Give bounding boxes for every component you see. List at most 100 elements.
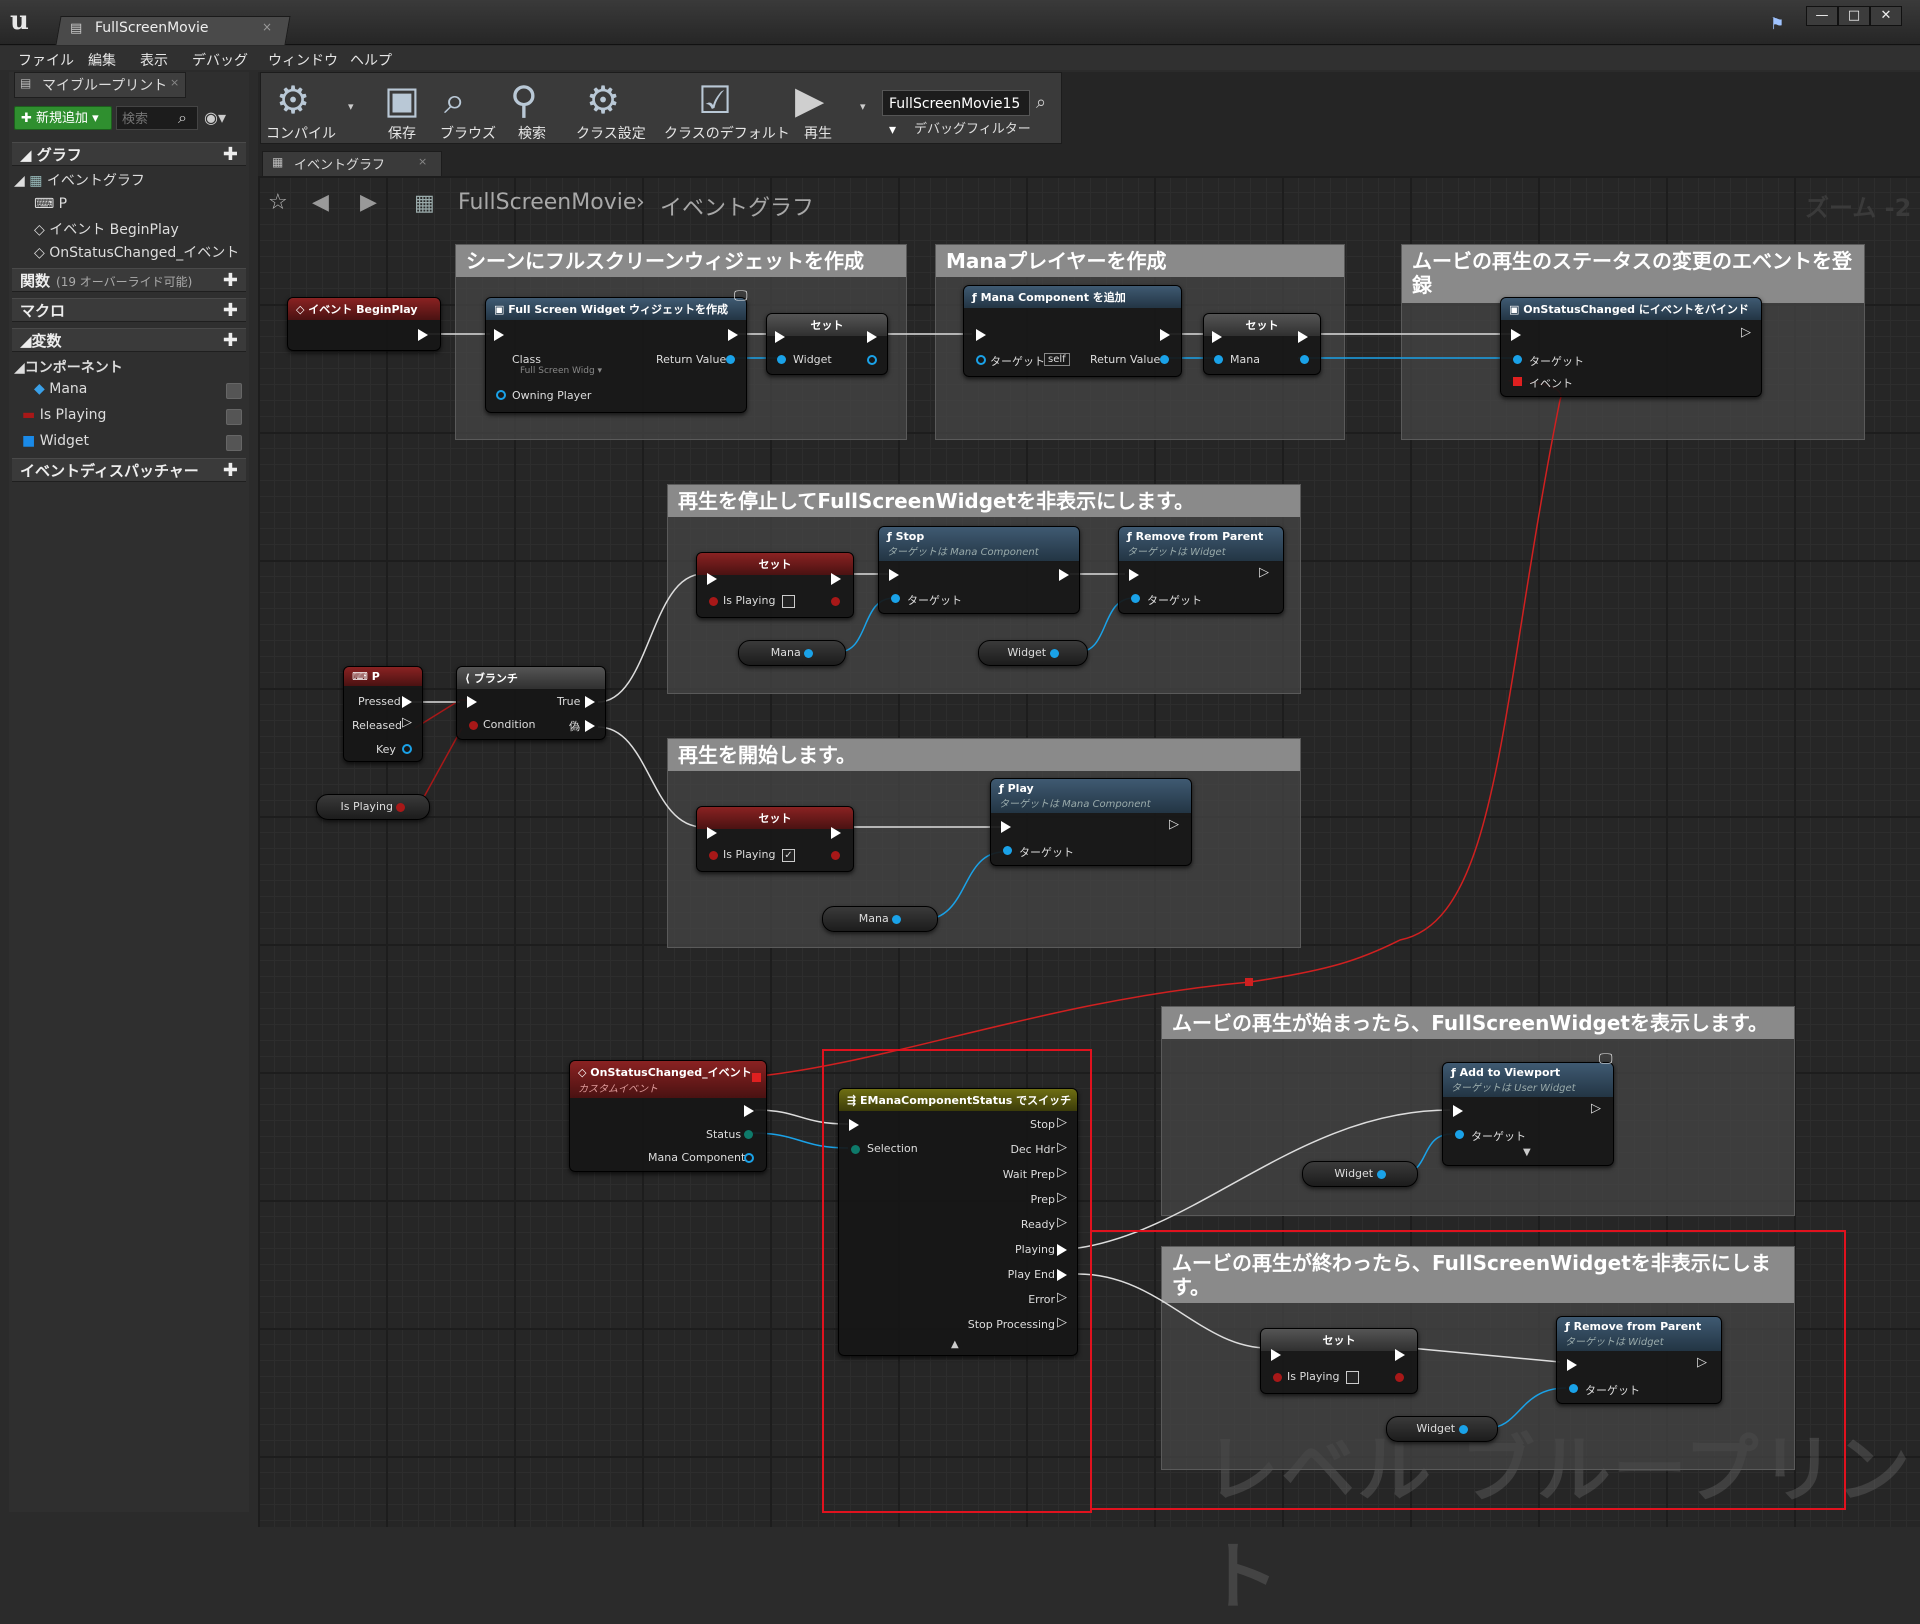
add-macro-icon[interactable]: ✚	[223, 299, 238, 323]
add-graph-icon[interactable]: ✚	[223, 143, 238, 167]
return-value-pin[interactable]	[726, 355, 735, 364]
key-pin[interactable]	[402, 744, 412, 754]
target-pin[interactable]	[1455, 1130, 1464, 1139]
section-graph[interactable]: ◢ グラフ ✚	[12, 142, 246, 166]
mana-out-pin[interactable]	[1300, 355, 1309, 364]
mana-out-pin[interactable]	[804, 648, 814, 658]
is-playing-out-pin[interactable]	[831, 597, 840, 606]
var-is-playing[interactable]: ▬ Is Playing	[22, 407, 106, 423]
source-control-icon[interactable]: ⚑	[1770, 14, 1784, 33]
mana-pin[interactable]	[1214, 355, 1223, 364]
add-function-icon[interactable]: ✚	[223, 269, 238, 293]
play-options-icon[interactable]: ▾	[860, 100, 866, 113]
exec-in-pin[interactable]	[1212, 331, 1222, 343]
node-stop[interactable]: ƒ Stop ターゲットは Mana Component ターゲット	[878, 526, 1080, 614]
close-tab-icon[interactable]: ×	[170, 76, 179, 89]
true-exec-pin[interactable]	[585, 696, 595, 708]
add-new-button[interactable]: ✚ 新規追加 ▾	[14, 106, 112, 130]
get-widget-node[interactable]: Widget	[1302, 1161, 1418, 1187]
widget-out-pin[interactable]	[867, 355, 877, 365]
exec-in-pin[interactable]	[1129, 569, 1139, 581]
node-set-is-playing-true[interactable]: セット Is Playing ✓	[696, 806, 854, 872]
class-settings-button[interactable]: クラス設定	[576, 123, 646, 143]
mana-out-pin[interactable]	[892, 914, 902, 924]
close-window-button[interactable]: ✕	[1870, 6, 1902, 26]
exec-in-pin[interactable]	[976, 329, 986, 341]
node-remove-from-parent[interactable]: ƒ Remove from Parent ターゲットは Widget ▷ ターゲッ…	[1118, 526, 1284, 614]
exec-out-pin[interactable]	[867, 331, 877, 343]
save-icon[interactable]: ▣	[384, 78, 420, 122]
var-mana[interactable]: ◆ Mana	[34, 381, 87, 397]
exec-out-pin[interactable]	[831, 573, 841, 585]
node-set-mana[interactable]: セット Mana	[1203, 313, 1321, 375]
node-bind-on-status-changed[interactable]: ▣ OnStatusChanged にイベントをバインド ▷ ターゲット イベン…	[1500, 297, 1762, 397]
section-macros[interactable]: マクロ ✚	[12, 298, 246, 322]
class-select[interactable]: Full Screen Widg ▾	[520, 366, 602, 376]
is-playing-checkbox[interactable]	[782, 595, 795, 608]
tree-key-p[interactable]: ⌨ P	[34, 196, 67, 212]
is-playing-pin[interactable]	[709, 851, 718, 860]
expand-arrow-icon[interactable]: ▼	[1523, 1147, 1531, 1158]
visibility-toggle[interactable]	[226, 383, 242, 399]
play-button[interactable]: 再生	[804, 123, 832, 143]
is-playing-out-pin[interactable]	[831, 851, 840, 860]
menu-window[interactable]: ウィンドウ	[268, 50, 338, 70]
get-mana-node[interactable]: Mana	[738, 640, 846, 666]
node-event-begin-play[interactable]: ◇ イベント BeginPlay	[287, 297, 441, 351]
add-dispatcher-icon[interactable]: ✚	[223, 459, 238, 483]
exec-out-pin[interactable]	[831, 827, 841, 839]
exec-in-pin[interactable]	[775, 331, 785, 343]
minimize-button[interactable]: —	[1806, 6, 1838, 26]
class-defaults-icon[interactable]: ☑	[698, 78, 732, 122]
section-dispatchers[interactable]: イベントディスパッチャー ✚	[12, 458, 246, 482]
exec-in-pin[interactable]	[889, 569, 899, 581]
exec-out-pin[interactable]	[728, 329, 738, 341]
add-variable-icon[interactable]: ✚	[223, 329, 238, 353]
section-functions[interactable]: 関数 (19 オーバーライド可能) ✚	[12, 268, 246, 292]
get-widget-node[interactable]: Widget	[978, 640, 1088, 666]
target-pin[interactable]	[976, 355, 986, 365]
debug-search-icon[interactable]: ⌕	[1036, 92, 1046, 113]
widget-pin[interactable]	[777, 355, 786, 364]
node-on-status-changed-event[interactable]: ◇ OnStatusChanged_イベント カスタムイベント Status Ma…	[569, 1060, 767, 1172]
compile-button[interactable]: コンパイル	[266, 123, 336, 143]
exec-in-pin[interactable]	[1001, 821, 1011, 833]
menu-help[interactable]: ヘルプ	[350, 50, 392, 70]
find-button[interactable]: 検索	[518, 123, 546, 143]
exec-out-pin[interactable]	[1160, 329, 1170, 341]
exec-out-pin[interactable]: ▷	[1169, 817, 1179, 832]
is-playing-out-pin[interactable]	[396, 802, 406, 812]
node-play[interactable]: ƒ Play ターゲットは Mana Component ▷ ターゲット	[990, 778, 1192, 866]
self-default-value[interactable]: self	[1044, 353, 1070, 366]
node-input-key-p[interactable]: ⌨ P Pressed Released ▷ Key	[343, 666, 423, 762]
favorite-star-icon[interactable]: ☆	[268, 190, 288, 215]
status-pin[interactable]	[744, 1130, 753, 1139]
node-set-is-playing-false[interactable]: セット Is Playing	[696, 552, 854, 618]
var-widget[interactable]: ■ Widget	[22, 433, 89, 449]
save-button[interactable]: 保存	[388, 123, 416, 143]
exec-out-pin[interactable]	[1298, 331, 1308, 343]
menu-file[interactable]: ファイル	[18, 50, 74, 70]
exec-in-pin[interactable]	[494, 329, 504, 341]
return-value-pin[interactable]	[1160, 355, 1169, 364]
is-playing-checkbox-checked[interactable]: ✓	[782, 849, 795, 862]
tree-components[interactable]: ◢コンポーネント	[14, 357, 123, 377]
node-add-to-viewport[interactable]: ƒ Add to Viewport ターゲットは User Widget 🖵 ▷ …	[1442, 1051, 1614, 1166]
delegate-out-pin[interactable]	[752, 1073, 761, 1082]
menu-edit[interactable]: 編集	[88, 50, 116, 70]
tree-on-status-changed[interactable]: ◇ OnStatusChanged_イベント	[34, 242, 239, 262]
exec-in-pin[interactable]	[707, 573, 717, 585]
owning-player-pin[interactable]	[496, 390, 506, 400]
section-variables[interactable]: ◢変数 ✚	[12, 328, 246, 352]
breadcrumb-root[interactable]: FullScreenMovie	[458, 190, 636, 215]
get-is-playing-node[interactable]: Is Playing	[316, 794, 430, 820]
tree-begin-play[interactable]: ◇ イベント BeginPlay	[34, 219, 179, 239]
back-arrow-icon[interactable]: ◀	[312, 190, 329, 215]
search-icon[interactable]: ⌕	[178, 108, 187, 128]
class-defaults-button[interactable]: クラスのデフォルト	[664, 123, 790, 143]
exec-in-pin[interactable]	[707, 827, 717, 839]
exec-out-pin[interactable]	[1059, 569, 1069, 581]
get-mana-node[interactable]: Mana	[822, 906, 938, 932]
browse-icon[interactable]: ⌕	[444, 78, 465, 123]
widget-out-pin[interactable]	[1049, 648, 1059, 658]
